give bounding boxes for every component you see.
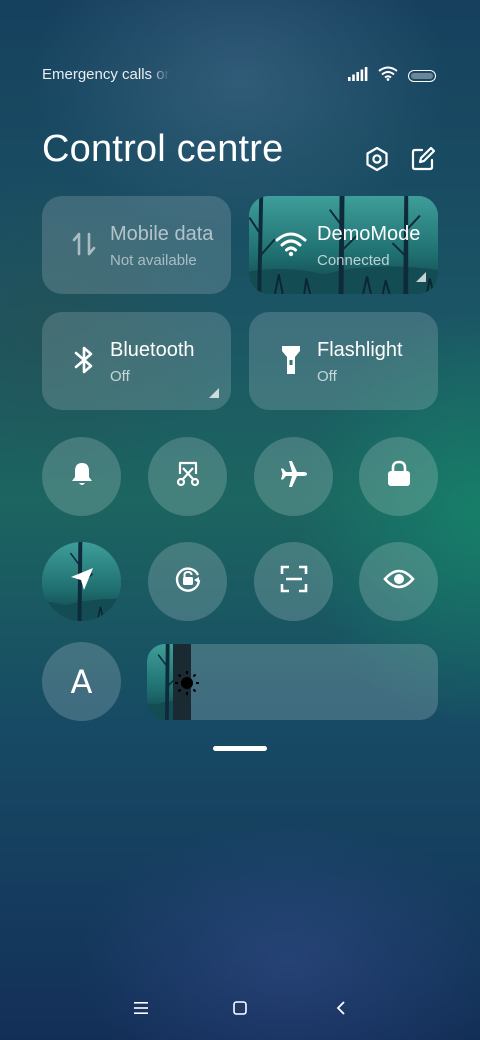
back-icon[interactable] xyxy=(329,996,353,1020)
airplane-toggle[interactable] xyxy=(254,437,333,516)
wifi-icon xyxy=(271,224,311,264)
screenshot-scissors-icon xyxy=(174,460,202,493)
home-icon[interactable] xyxy=(228,996,252,1020)
drag-handle[interactable] xyxy=(213,746,267,751)
page-title: Control centre xyxy=(42,128,284,170)
bluetooth-icon xyxy=(64,340,104,380)
gear-hexagon-icon[interactable] xyxy=(362,144,392,174)
wifi-tile[interactable]: DemoMode Connected xyxy=(249,196,438,294)
status-icons xyxy=(348,66,436,86)
tile-label: DemoMode xyxy=(317,223,421,245)
sun-icon xyxy=(173,669,201,702)
eye-icon xyxy=(382,567,415,596)
edit-icon[interactable] xyxy=(408,144,438,174)
mobile-data-icon xyxy=(64,224,104,264)
location-icon xyxy=(68,565,96,598)
location-toggle[interactable] xyxy=(42,542,121,621)
bluetooth-tile[interactable]: Bluetooth Off xyxy=(42,312,231,410)
carrier-text: Emergency calls only xyxy=(42,66,170,83)
navigation-bar xyxy=(0,996,480,1020)
lock-icon xyxy=(386,460,412,493)
status-bar: Emergency calls only xyxy=(42,66,436,86)
scanner-toggle[interactable] xyxy=(254,542,333,621)
tile-status: Connected xyxy=(317,252,390,269)
auto-brightness-icon: A xyxy=(70,662,93,701)
menu-icon[interactable] xyxy=(129,996,153,1020)
brightness-slider[interactable] xyxy=(147,644,438,720)
rotation-lock-icon xyxy=(172,563,204,600)
tile-label: Flashlight xyxy=(317,339,403,361)
flashlight-icon xyxy=(271,340,311,380)
expand-corner-icon xyxy=(209,388,219,398)
tile-status: Off xyxy=(317,368,337,385)
wifi-icon xyxy=(378,66,398,86)
scanner-icon xyxy=(279,564,309,599)
signal-icon xyxy=(348,66,368,86)
mobile-data-tile[interactable]: Mobile data Not available xyxy=(42,196,231,294)
tile-label: Bluetooth xyxy=(110,339,195,361)
tile-status: Off xyxy=(110,368,130,385)
silent-toggle[interactable] xyxy=(42,437,121,516)
rotation-lock-toggle[interactable] xyxy=(148,542,227,621)
auto-brightness-toggle[interactable]: A xyxy=(42,642,121,721)
screenshot-toggle[interactable] xyxy=(148,437,227,516)
bell-icon xyxy=(68,460,96,493)
flashlight-tile[interactable]: Flashlight Off xyxy=(249,312,438,410)
tile-label: Mobile data xyxy=(110,223,214,245)
airplane-icon xyxy=(279,459,309,494)
reading-mode-toggle[interactable] xyxy=(359,542,438,621)
expand-corner-icon xyxy=(416,272,426,282)
battery-icon xyxy=(408,70,436,82)
tile-status: Not available xyxy=(110,252,197,269)
lock-screen-toggle[interactable] xyxy=(359,437,438,516)
